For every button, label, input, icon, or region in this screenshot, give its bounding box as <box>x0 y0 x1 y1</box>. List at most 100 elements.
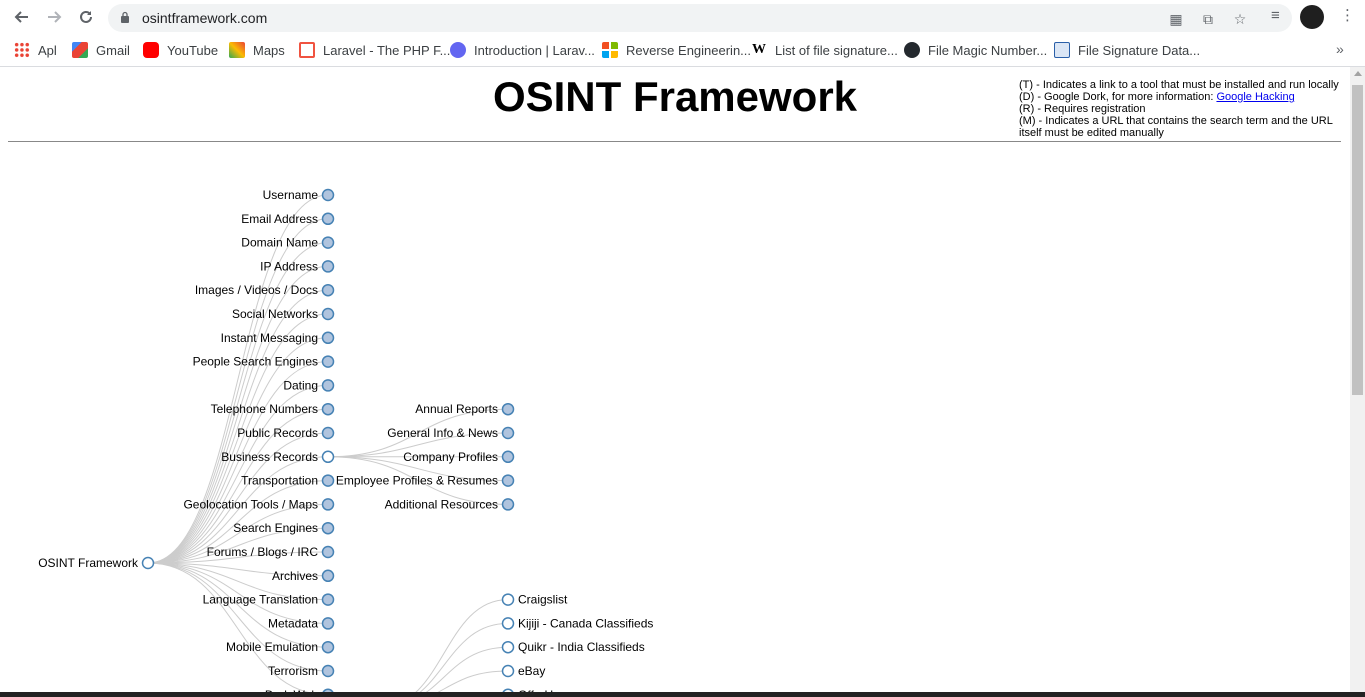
tree-node-label[interactable]: Forums / Blogs / IRC <box>207 545 319 559</box>
tree-node-circle[interactable] <box>501 402 515 416</box>
qr-code-icon[interactable]: ▦ <box>1168 12 1184 26</box>
tree-node-circle[interactable] <box>321 617 335 630</box>
tree-node-circle[interactable] <box>321 355 335 368</box>
tree-node-label[interactable]: Annual Reports <box>415 402 498 416</box>
tree-node-circle[interactable] <box>321 188 335 202</box>
tree-node-circle[interactable] <box>501 640 515 654</box>
tree-category-metadata[interactable]: Metadata <box>268 616 335 630</box>
tree-node-circle[interactable] <box>501 450 515 464</box>
tree-node-circle[interactable] <box>501 593 515 606</box>
tree-node-label[interactable]: Business Records <box>221 450 318 464</box>
media-queue-icon[interactable]: ≡ <box>1271 8 1280 24</box>
tree-node-circle[interactable] <box>321 498 335 511</box>
tree-node-circle[interactable] <box>321 260 335 273</box>
tree-node-label[interactable]: Domain Name <box>241 236 318 250</box>
tree-node-label[interactable]: People Search Engines <box>193 355 318 369</box>
bookmark-laracasts[interactable]: Introduction | Larav... <box>450 41 595 59</box>
tree-node-circle[interactable] <box>501 617 515 630</box>
tree-category-ip-address[interactable]: IP Address <box>260 259 335 273</box>
tree-business-child[interactable]: Additional Resources <box>385 497 515 511</box>
tree-node-label[interactable]: Search Engines <box>233 521 318 535</box>
tree-category-business-records[interactable]: Business Records <box>221 450 335 464</box>
tree-node-circle[interactable] <box>321 474 335 487</box>
tree-node-label[interactable]: Kijiji - Canada Classifieds <box>518 616 653 630</box>
forward-button[interactable] <box>42 5 66 29</box>
tree-node-label[interactable]: General Info & News <box>387 426 498 440</box>
tree-node-label[interactable]: Craigslist <box>518 593 568 607</box>
tree-node-label[interactable]: Metadata <box>268 616 318 630</box>
tree-node-circle[interactable] <box>321 307 335 321</box>
tree-classifieds-child[interactable]: eBay <box>501 664 546 678</box>
back-button[interactable] <box>10 5 34 29</box>
tree-node-label[interactable]: Language Translation <box>203 593 318 607</box>
tree-node-circle[interactable] <box>501 664 515 678</box>
tree-node-label[interactable]: Transportation <box>241 474 318 488</box>
scroll-up-arrow-icon[interactable] <box>1354 71 1362 76</box>
tree-node-label[interactable]: Images / Videos / Docs <box>195 283 318 297</box>
tree-node-label[interactable]: Telephone Numbers <box>211 402 318 416</box>
tree-category-domain-name[interactable]: Domain Name <box>241 236 335 250</box>
tree-node-label[interactable]: Instant Messaging <box>221 331 318 345</box>
tree-category-dating[interactable]: Dating <box>283 378 335 392</box>
tree-node-circle[interactable] <box>501 474 515 487</box>
tree-node-label[interactable]: Archives <box>272 569 318 583</box>
tree-node-circle[interactable] <box>321 521 335 535</box>
tree-category-geolocation-tools-maps[interactable]: Geolocation Tools / Maps <box>183 497 335 511</box>
tree-node-circle[interactable] <box>501 498 515 511</box>
tree-node-circle[interactable] <box>321 450 335 464</box>
tree-category-social-networks[interactable]: Social Networks <box>232 307 335 321</box>
tree-node-circle[interactable] <box>141 556 155 570</box>
tree-node-label[interactable]: eBay <box>518 664 545 678</box>
profile-avatar[interactable] <box>1300 5 1324 29</box>
bookmark-star-icon[interactable]: ☆ <box>1232 12 1248 26</box>
reload-button[interactable] <box>74 5 98 29</box>
vertical-scrollbar[interactable] <box>1350 67 1365 697</box>
menu-kebab-icon[interactable]: ⋮ <box>1340 8 1355 24</box>
tree-node-circle[interactable] <box>321 331 335 345</box>
tree-classifieds-child[interactable]: Kijiji - Canada Classifieds <box>501 616 654 630</box>
tree-category-mobile-emulation[interactable]: Mobile Emulation <box>226 640 335 654</box>
tree-node-label[interactable]: Employee Profiles & Resumes <box>336 474 498 488</box>
tree-classifieds-child[interactable]: Quikr - India Classifieds <box>501 640 645 654</box>
tree-category-terrorism[interactable]: Terrorism <box>268 664 335 678</box>
tree-node-circle[interactable] <box>321 593 335 606</box>
tree-node-label[interactable]: Email Address <box>241 212 318 226</box>
tree-node-label[interactable]: Social Networks <box>232 307 318 321</box>
tree-node-circle[interactable] <box>501 426 515 440</box>
tree-node-label[interactable]: IP Address <box>260 259 318 273</box>
tree-node-label[interactable]: Public Records <box>237 426 318 440</box>
tree-business-child[interactable]: Employee Profiles & Resumes <box>336 474 515 488</box>
bookmark-maps[interactable]: Maps <box>229 41 285 59</box>
tree-business-child[interactable]: General Info & News <box>387 426 515 440</box>
tree-category-people-search-engines[interactable]: People Search Engines <box>193 355 335 369</box>
tree-node-circle[interactable] <box>321 402 335 416</box>
tree-category-telephone-numbers[interactable]: Telephone Numbers <box>211 402 335 416</box>
tree-node-label[interactable]: Mobile Emulation <box>226 640 318 654</box>
translate-icon[interactable]: ⧉ <box>1200 12 1216 26</box>
tree-category-instant-messaging[interactable]: Instant Messaging <box>221 331 335 345</box>
bookmark-youtube[interactable]: YouTube <box>143 41 218 59</box>
tree-node-circle[interactable] <box>321 379 335 392</box>
tree-node-label[interactable]: Additional Resources <box>385 497 498 511</box>
tree-node-label[interactable]: Dating <box>283 378 318 392</box>
tree-category-forums-blogs-irc[interactable]: Forums / Blogs / IRC <box>207 545 335 559</box>
tree-node-circle[interactable] <box>321 426 335 440</box>
tree-node-label[interactable]: Username <box>263 188 319 202</box>
tree-classifieds-child[interactable]: Craigslist <box>501 593 569 607</box>
more-bookmarks-chevron-icon[interactable]: » <box>1336 41 1344 57</box>
tree-category-archives[interactable]: Archives <box>272 569 335 583</box>
tree-node-circle[interactable] <box>321 212 335 226</box>
bookmark-file-signature-data[interactable]: File Signature Data... <box>1054 41 1200 59</box>
tree-node-label[interactable]: Quikr - India Classifieds <box>518 640 645 654</box>
bookmark-file-signatures[interactable]: W List of file signature... <box>751 41 898 59</box>
tree-node-circle[interactable] <box>321 664 335 678</box>
address-bar[interactable]: osintframework.com ▦ ⧉ ☆ <box>108 4 1292 32</box>
tree-node-circle[interactable] <box>321 545 335 559</box>
tree-category-username[interactable]: Username <box>263 188 335 202</box>
tree-category-email-address[interactable]: Email Address <box>241 212 335 226</box>
tree-category-images-videos-docs[interactable]: Images / Videos / Docs <box>195 283 335 297</box>
tree-node-label[interactable]: Geolocation Tools / Maps <box>183 497 318 511</box>
tree-category-language-translation[interactable]: Language Translation <box>203 593 335 607</box>
tree-node-circle[interactable] <box>321 569 335 583</box>
bookmark-gmail[interactable]: Gmail <box>72 41 130 59</box>
